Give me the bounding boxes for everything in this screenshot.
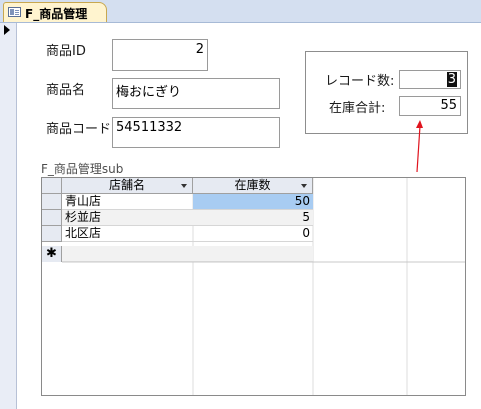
product-name-label: 商品名 bbox=[46, 83, 86, 98]
table-cell-store[interactable]: 北区店 bbox=[62, 226, 193, 242]
record-count-field[interactable]: 3 bbox=[399, 70, 461, 89]
column-header-stock[interactable]: 在庫数 bbox=[193, 178, 313, 194]
record-count-label: レコード数: bbox=[325, 74, 395, 89]
stock-total-label: 在庫合計: bbox=[329, 101, 386, 116]
product-code-label: 商品コード bbox=[46, 122, 112, 137]
dropdown-arrow-icon[interactable] bbox=[181, 184, 187, 188]
summary-frame bbox=[305, 51, 468, 134]
stock-total-field[interactable]: 55 bbox=[399, 96, 461, 116]
column-header-stock-label: 在庫数 bbox=[234, 178, 271, 192]
product-name-field[interactable]: 梅おにぎり bbox=[112, 78, 280, 109]
subform-datasheet[interactable]: 店舗名 在庫数 青山店 50 杉並店 5 北区店 0 ✱ bbox=[41, 177, 466, 396]
table-cell-stock[interactable]: 0 bbox=[193, 226, 313, 242]
table-cell-store[interactable]: 杉並店 bbox=[62, 210, 193, 226]
column-header-store[interactable]: 店舗名 bbox=[62, 178, 193, 194]
annotation-arrow-line bbox=[416, 125, 421, 173]
record-selector-bar bbox=[0, 23, 17, 409]
tab-title: F_商品管理 bbox=[25, 7, 88, 21]
document-tab-strip: F_商品管理 bbox=[0, 0, 481, 23]
product-code-field[interactable]: 54511332 bbox=[112, 117, 280, 148]
table-cell-stock[interactable]: 50 bbox=[193, 194, 313, 210]
annotation-arrow-head bbox=[416, 120, 423, 128]
product-id-label: 商品ID bbox=[46, 44, 86, 59]
row-selector[interactable] bbox=[42, 210, 62, 226]
column-header-store-label: 店舗名 bbox=[108, 178, 145, 192]
record-count-value: 3 bbox=[446, 72, 457, 87]
dropdown-arrow-icon[interactable] bbox=[301, 184, 307, 188]
grid-corner[interactable] bbox=[42, 178, 62, 194]
row-selector[interactable] bbox=[42, 226, 62, 242]
annotation-arrow bbox=[416, 120, 423, 173]
form-icon bbox=[8, 7, 21, 17]
new-record-marker[interactable]: ✱ bbox=[42, 246, 62, 262]
form-document-tab[interactable]: F_商品管理 bbox=[3, 2, 107, 22]
table-cell-stock[interactable]: 5 bbox=[193, 210, 313, 226]
current-record-arrow-icon[interactable] bbox=[0, 23, 16, 37]
row-selector[interactable] bbox=[42, 194, 62, 210]
new-record-row[interactable] bbox=[62, 246, 313, 262]
table-cell-store[interactable]: 青山店 bbox=[62, 194, 193, 210]
product-id-field[interactable]: 2 bbox=[112, 39, 208, 71]
subform-label: F_商品管理sub bbox=[41, 162, 124, 176]
